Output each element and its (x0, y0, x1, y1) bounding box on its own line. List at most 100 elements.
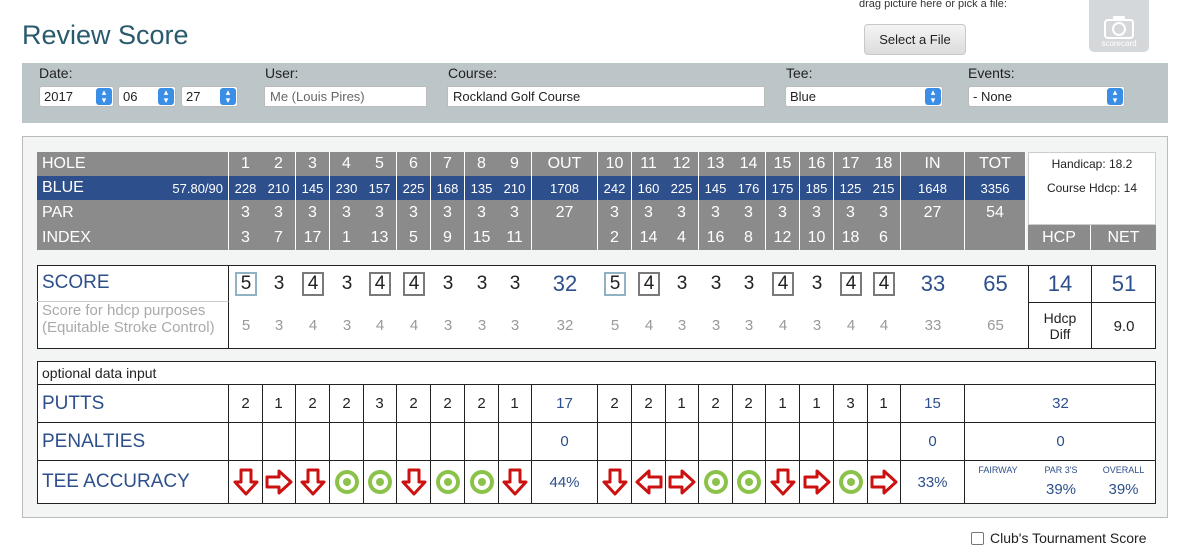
putts-cell[interactable]: 2 (732, 385, 766, 423)
penalty-cell[interactable] (330, 423, 364, 461)
tee-accuracy-cell[interactable] (296, 461, 330, 504)
tee-accuracy-cell[interactable] (665, 461, 699, 504)
score-value[interactable]: 3 (744, 273, 755, 295)
tee-accuracy-cell[interactable] (431, 461, 465, 504)
tee-accuracy-cell[interactable] (867, 461, 901, 504)
putts-total[interactable]: 32 (965, 385, 1156, 423)
score-value[interactable]: 4 (369, 272, 391, 296)
penalty-cell[interactable] (431, 423, 465, 461)
events-select[interactable]: - None ▴ ▾ (968, 86, 1125, 107)
putts-out[interactable]: 17 (532, 385, 598, 423)
year-select[interactable]: 2017 ▴ ▾ (39, 86, 114, 107)
score-cell[interactable]: 3 (262, 267, 296, 301)
score-value[interactable]: 3 (443, 273, 454, 295)
penalty-cell[interactable] (732, 423, 766, 461)
penalties-out[interactable]: 0 (532, 423, 598, 461)
score-cell[interactable]: 4 (766, 267, 800, 301)
score-value[interactable]: 3 (677, 273, 688, 295)
tee-accuracy-cell[interactable] (632, 461, 666, 504)
score-cell[interactable]: 3 (431, 267, 465, 301)
penalty-cell[interactable] (397, 423, 431, 461)
penalty-cell[interactable] (665, 423, 699, 461)
tee-accuracy-cell[interactable] (699, 461, 733, 504)
putts-cell[interactable]: 2 (699, 385, 733, 423)
score-value[interactable]: 4 (302, 272, 324, 296)
score-cell[interactable]: 3 (800, 267, 834, 301)
putts-in[interactable]: 15 (901, 385, 965, 423)
score-cell[interactable]: 3 (498, 267, 532, 301)
tee-accuracy-cell[interactable] (363, 461, 397, 504)
score-value[interactable]: 4 (772, 272, 794, 296)
score-value[interactable]: 5 (235, 272, 257, 296)
score-value[interactable]: 3 (510, 273, 521, 295)
penalty-cell[interactable] (699, 423, 733, 461)
tee-accuracy-cell[interactable] (800, 461, 834, 504)
tee-select[interactable]: Blue ▴ ▾ (785, 86, 943, 107)
putts-cell[interactable]: 2 (296, 385, 330, 423)
score-value[interactable]: 3 (812, 273, 823, 295)
score-value[interactable]: 3 (711, 273, 722, 295)
tournament-checkbox[interactable] (971, 531, 984, 545)
putts-cell[interactable]: 2 (598, 385, 632, 423)
penalty-cell[interactable] (229, 423, 263, 461)
score-cell[interactable]: 5 (598, 267, 632, 301)
tee-accuracy-cell[interactable] (834, 461, 868, 504)
score-cell[interactable]: 3 (665, 267, 699, 301)
select-file-button[interactable]: Select a File (864, 24, 966, 55)
tournament-score-toggle[interactable]: Club's Tournament Score (971, 530, 1147, 546)
penalty-cell[interactable] (598, 423, 632, 461)
course-field[interactable]: Rockland Golf Course (447, 86, 765, 107)
penalty-cell[interactable] (834, 423, 868, 461)
penalties-in[interactable]: 0 (901, 423, 965, 461)
penalty-cell[interactable] (465, 423, 499, 461)
tee-accuracy-cell[interactable] (598, 461, 632, 504)
tee-accuracy-cell[interactable] (766, 461, 800, 504)
putts-cell[interactable]: 2 (229, 385, 263, 423)
penalty-cell[interactable] (867, 423, 901, 461)
putts-cell[interactable]: 1 (498, 385, 532, 423)
score-cell[interactable]: 4 (867, 267, 901, 301)
score-value[interactable]: 4 (840, 272, 862, 296)
tee-accuracy-cell[interactable] (397, 461, 431, 504)
score-cell[interactable]: 4 (296, 267, 330, 301)
tee-accuracy-cell[interactable] (732, 461, 766, 504)
scorecard-camera-button[interactable]: scorecard (1089, 0, 1149, 52)
tee-accuracy-cell[interactable] (330, 461, 364, 504)
score-value[interactable]: 3 (274, 273, 285, 295)
penalty-cell[interactable] (632, 423, 666, 461)
putts-cell[interactable]: 1 (262, 385, 296, 423)
month-select[interactable]: 06 ▴ ▾ (118, 86, 176, 107)
penalty-cell[interactable] (800, 423, 834, 461)
tee-accuracy-cell[interactable] (498, 461, 532, 504)
penalty-cell[interactable] (296, 423, 330, 461)
tee-accuracy-cell[interactable] (465, 461, 499, 504)
score-value[interactable]: 3 (477, 273, 488, 295)
score-value[interactable]: 5 (604, 272, 626, 296)
putts-cell[interactable]: 2 (397, 385, 431, 423)
tee-accuracy-in[interactable]: 33% (901, 461, 965, 504)
putts-cell[interactable]: 3 (834, 385, 868, 423)
putts-cell[interactable]: 1 (766, 385, 800, 423)
putts-cell[interactable]: 2 (465, 385, 499, 423)
score-cell[interactable]: 4 (397, 267, 431, 301)
score-value[interactable]: 4 (403, 272, 425, 296)
user-field[interactable]: Me (Louis Pires) (264, 86, 427, 107)
score-cell[interactable]: 4 (834, 267, 868, 301)
score-cell[interactable]: 4 (363, 267, 397, 301)
putts-cell[interactable]: 3 (363, 385, 397, 423)
score-value[interactable]: 3 (342, 273, 353, 295)
putts-cell[interactable]: 1 (800, 385, 834, 423)
putts-cell[interactable]: 2 (330, 385, 364, 423)
penalty-cell[interactable] (498, 423, 532, 461)
score-cell[interactable]: 3 (465, 267, 499, 301)
putts-cell[interactable]: 2 (632, 385, 666, 423)
score-value[interactable]: 4 (638, 272, 660, 296)
day-select[interactable]: 27 ▴ ▾ (181, 86, 238, 107)
putts-cell[interactable]: 2 (431, 385, 465, 423)
tee-accuracy-out[interactable]: 44% (532, 461, 598, 504)
score-cell[interactable]: 4 (632, 267, 666, 301)
score-cell[interactable]: 3 (330, 267, 364, 301)
penalty-cell[interactable] (766, 423, 800, 461)
score-cell[interactable]: 3 (732, 267, 766, 301)
penalties-total[interactable]: 0 (965, 423, 1156, 461)
